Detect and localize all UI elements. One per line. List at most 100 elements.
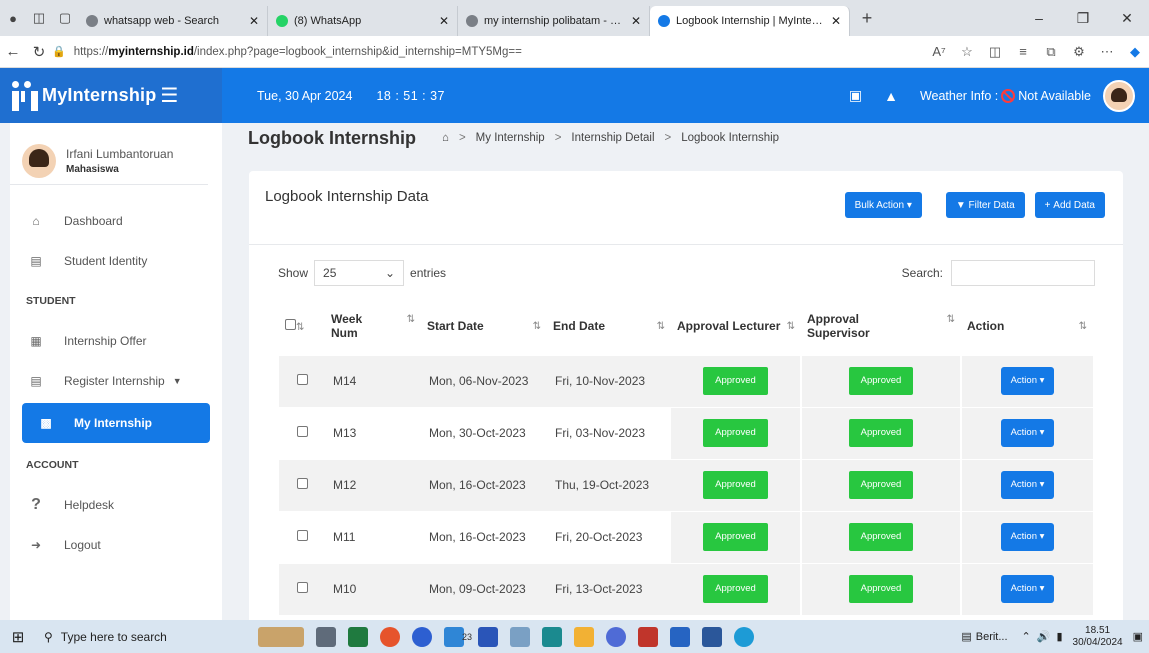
more-icon[interactable]: ⋯ <box>1093 44 1121 60</box>
col-end-date[interactable]: End Date ⇅ <box>547 297 671 355</box>
favorites-icon[interactable]: ≡ <box>1009 44 1037 60</box>
sort-icon: ⇅ <box>656 320 665 332</box>
show-label: Show <box>278 266 309 280</box>
browser-tab[interactable]: (8) WhatsApp ✕ <box>268 6 458 36</box>
row-checkbox[interactable] <box>296 426 308 437</box>
new-tab-button[interactable]: + <box>850 8 884 29</box>
bulk-action-button[interactable]: Bulk Action ▾ <box>844 192 922 218</box>
calculator-icon[interactable] <box>542 626 563 647</box>
browser-tab[interactable]: my internship polibatam - Search ✕ <box>458 6 650 36</box>
filter-data-button[interactable]: ▼ Filter Data <box>945 192 1025 218</box>
button-label: Add Data <box>1053 199 1095 211</box>
favorite-star-icon[interactable]: ☆ <box>953 44 981 60</box>
supervisor-approval-cell: Approved <box>800 354 961 407</box>
col-action[interactable]: Action ⇅ <box>961 297 1093 355</box>
sort-icon: ⇅ <box>406 313 415 325</box>
approved-badge: Approved <box>703 575 768 604</box>
col-week[interactable]: Week Num ⇅ <box>325 297 421 355</box>
add-data-button[interactable]: + Add Data <box>1034 192 1105 218</box>
col-approval-supervisor[interactable]: Approval Supervisor ⇅ <box>801 297 961 355</box>
tab-actions-icon[interactable]: ▢ <box>52 10 78 26</box>
excel-icon[interactable] <box>348 626 368 647</box>
store-icon[interactable] <box>670 626 691 647</box>
close-icon[interactable]: ✕ <box>249 14 259 28</box>
breadcrumb-item[interactable]: My Internship <box>476 132 545 144</box>
close-window-icon[interactable]: ✕ <box>1105 10 1149 27</box>
collections-icon[interactable]: ⧉ <box>1037 44 1065 60</box>
breadcrumb-item[interactable]: Internship Detail <box>571 132 654 144</box>
notification-icon[interactable]: ▣ <box>1133 630 1143 643</box>
file-explorer-icon[interactable] <box>574 626 595 647</box>
lecturer-approval-cell: Approved <box>671 562 801 615</box>
url-host: myinternship.id <box>108 45 194 58</box>
taskbar-search[interactable]: ⚲ Type here to search <box>36 620 226 653</box>
search-input[interactable] <box>951 260 1095 286</box>
sidebar-item-helpdesk[interactable]: ? Helpdesk <box>10 485 222 525</box>
lock-icon: 🔒 <box>52 46 66 58</box>
search-highlight-icon[interactable] <box>258 626 304 647</box>
row-action-button[interactable]: Action ▾ <box>1000 471 1055 499</box>
minimize-icon[interactable]: – <box>1017 10 1061 26</box>
browser-tab-active[interactable]: Logbook Internship | MyInternship ✕ <box>650 6 850 36</box>
copilot-icon[interactable]: ◆ <box>1121 44 1149 60</box>
col-start-date[interactable]: Start Date ⇅ <box>421 297 547 355</box>
menu-toggle-icon[interactable]: ☰ <box>160 83 178 108</box>
read-aloud-icon[interactable]: A⁷ <box>925 44 953 60</box>
zoom-icon[interactable] <box>412 626 432 647</box>
close-icon[interactable]: ✕ <box>831 14 841 28</box>
extensions-icon[interactable]: ⚙ <box>1065 44 1093 60</box>
user-avatar[interactable] <box>1103 79 1135 112</box>
edge-icon[interactable] <box>734 626 755 647</box>
word-icon[interactable] <box>702 626 723 647</box>
dropbox-icon[interactable] <box>478 626 499 647</box>
split-screen-icon[interactable]: ◫ <box>981 44 1009 60</box>
battery-icon[interactable]: ▮ <box>1056 630 1062 643</box>
row-action-button[interactable]: Action ▾ <box>1000 419 1055 447</box>
select-all-header[interactable]: ⇅ <box>279 297 325 355</box>
col-approval-lecturer[interactable]: Approval Lecturer ⇅ <box>671 297 801 355</box>
bell-icon[interactable]: ▲ <box>884 88 898 104</box>
firefox-icon[interactable] <box>380 626 400 647</box>
row-action-button[interactable]: Action ▾ <box>1000 575 1055 604</box>
volume-icon[interactable]: 🔊 <box>1037 630 1051 643</box>
select-all-checkbox[interactable] <box>285 318 296 330</box>
logbook-card: Logbook Internship Data Bulk Action ▾ ▼ … <box>249 171 1123 631</box>
task-view-icon[interactable] <box>316 626 336 647</box>
profile-icon[interactable]: ● <box>0 11 26 26</box>
app-icon[interactable] <box>606 626 627 647</box>
entries-select[interactable]: 25 ⌄ <box>314 260 405 286</box>
teams-icon[interactable] <box>444 626 464 647</box>
sidebar-item-student-identity[interactable]: ▤ Student Identity <box>10 241 222 281</box>
close-icon[interactable]: ✕ <box>439 14 449 28</box>
row-checkbox[interactable] <box>296 530 308 541</box>
sidebar-item-my-internship[interactable]: ▩ My Internship <box>22 403 210 443</box>
browser-tab[interactable]: whatsapp web - Search ✕ <box>78 6 268 36</box>
url-field[interactable]: 🔒 https://myinternship.id/index.php?page… <box>52 40 925 64</box>
row-action-button[interactable]: Action ▾ <box>1000 367 1055 395</box>
news-label[interactable]: Berit... <box>976 631 1008 643</box>
keyboard-app-icon[interactable] <box>510 626 531 647</box>
calendar-icon[interactable]: ▣ <box>849 87 862 104</box>
home-icon[interactable]: ⌂ <box>442 132 449 144</box>
row-checkbox[interactable] <box>296 582 308 594</box>
clock[interactable]: 18.51 30/04/2024 <box>1073 625 1123 649</box>
sidebar-item-register-internship[interactable]: ▤ Register Internship ▼ <box>10 361 222 401</box>
row-checkbox[interactable] <box>296 478 308 489</box>
news-icon[interactable]: ▤ <box>961 630 971 643</box>
access-icon[interactable] <box>638 626 659 647</box>
close-icon[interactable]: ✕ <box>631 14 641 28</box>
restore-icon[interactable]: ❐ <box>1061 10 1105 27</box>
sidebar-item-dashboard[interactable]: ⌂ Dashboard <box>10 201 222 241</box>
row-checkbox[interactable] <box>296 374 308 385</box>
tray-chevron-icon[interactable]: ⌃ <box>1022 630 1031 643</box>
workspaces-icon[interactable]: ◫ <box>26 10 52 26</box>
header-label: Start Date <box>427 318 484 333</box>
sort-icon[interactable]: ⇅ <box>296 322 304 333</box>
back-icon[interactable]: ← <box>0 43 26 60</box>
row-action-button[interactable]: Action ▾ <box>1000 523 1055 551</box>
sidebar-item-internship-offer[interactable]: ▦ Internship Offer <box>10 321 222 361</box>
refresh-icon[interactable]: ↻ <box>26 43 52 61</box>
windows-start-icon[interactable]: ⊞ <box>0 628 36 646</box>
brand[interactable]: MyInternship ☰ <box>0 68 222 123</box>
sidebar-item-logout[interactable]: ➜ Logout <box>10 525 222 565</box>
